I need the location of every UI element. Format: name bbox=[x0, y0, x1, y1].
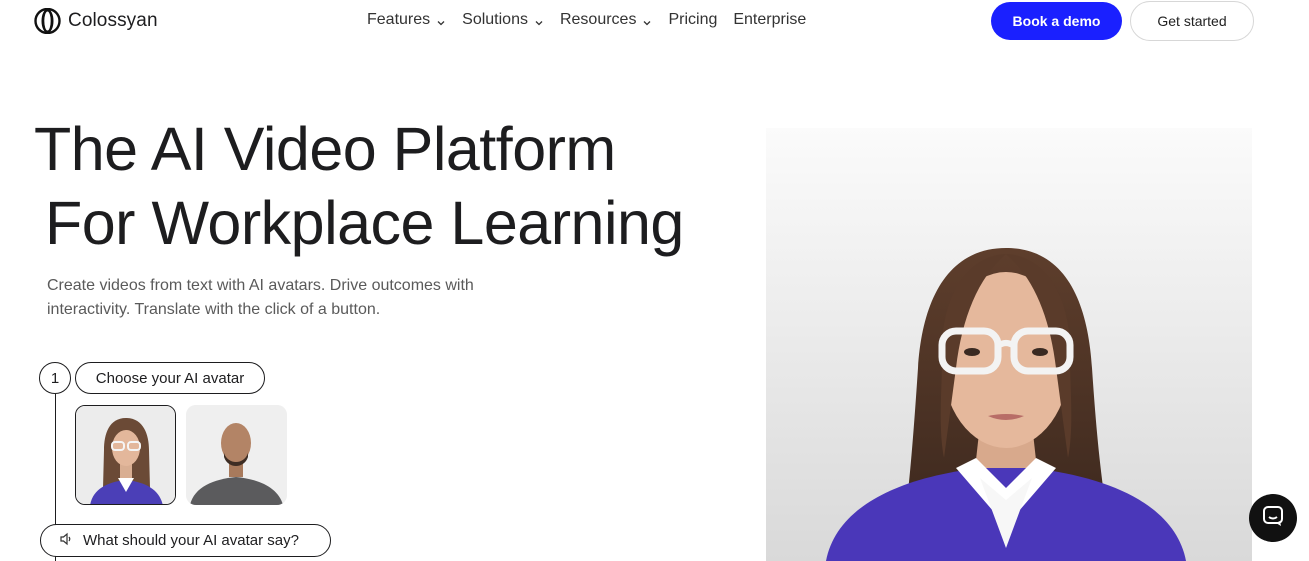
avatar-option-man[interactable] bbox=[186, 405, 287, 505]
nav-label: Solutions bbox=[462, 11, 528, 28]
hero-subtitle: Create videos from text with AI avatars.… bbox=[47, 277, 474, 318]
nav-label: Resources bbox=[559, 11, 637, 28]
chat-widget-button[interactable] bbox=[1249, 494, 1297, 542]
get-started-button[interactable]: Get started bbox=[1130, 1, 1254, 41]
nav-resources[interactable]: Resources bbox=[560, 10, 652, 30]
nav-label: Enterprise bbox=[733, 11, 807, 28]
step-number-badge: 1 bbox=[39, 362, 71, 394]
chevron-down-icon bbox=[534, 15, 544, 26]
chevron-down-icon bbox=[642, 15, 652, 26]
nav-enterprise[interactable]: Enterprise bbox=[733, 10, 806, 30]
chevron-down-icon bbox=[436, 15, 446, 26]
nav-label: Pricing bbox=[668, 11, 718, 28]
logo[interactable]: Colossyan bbox=[33, 7, 158, 35]
nav-features[interactable]: Features bbox=[367, 10, 446, 30]
hero-title-line2: For Workplace Learning bbox=[45, 189, 684, 257]
logo-text: Colossyan bbox=[68, 10, 158, 31]
speaker-icon bbox=[59, 532, 73, 550]
nav-pricing[interactable]: Pricing bbox=[668, 10, 717, 30]
nav-solutions[interactable]: Solutions bbox=[462, 10, 544, 30]
chat-bubble-icon bbox=[1261, 504, 1285, 533]
avatar-script-step[interactable]: What should your AI avatar say? bbox=[40, 524, 331, 557]
avatar-woman-image bbox=[76, 406, 175, 504]
presenter-image bbox=[766, 128, 1252, 561]
hero-title-line1: The AI Video Platform bbox=[34, 115, 616, 183]
avatar-script-label: What should your AI avatar say? bbox=[83, 532, 299, 549]
avatar-option-woman[interactable] bbox=[75, 405, 176, 505]
nav-label: Features bbox=[367, 11, 431, 28]
choose-avatar-step[interactable]: Choose your AI avatar bbox=[75, 362, 265, 394]
hero-title: The AI Video Platform For Workplace Lear… bbox=[34, 112, 684, 260]
book-demo-button[interactable]: Book a demo bbox=[991, 2, 1122, 40]
avatar-man-image bbox=[186, 405, 287, 505]
main-nav: Features Solutions Resources Pricing Ent… bbox=[367, 10, 806, 30]
presenter-avatar-woman bbox=[766, 128, 1252, 561]
colossyan-logo-icon bbox=[33, 7, 62, 35]
